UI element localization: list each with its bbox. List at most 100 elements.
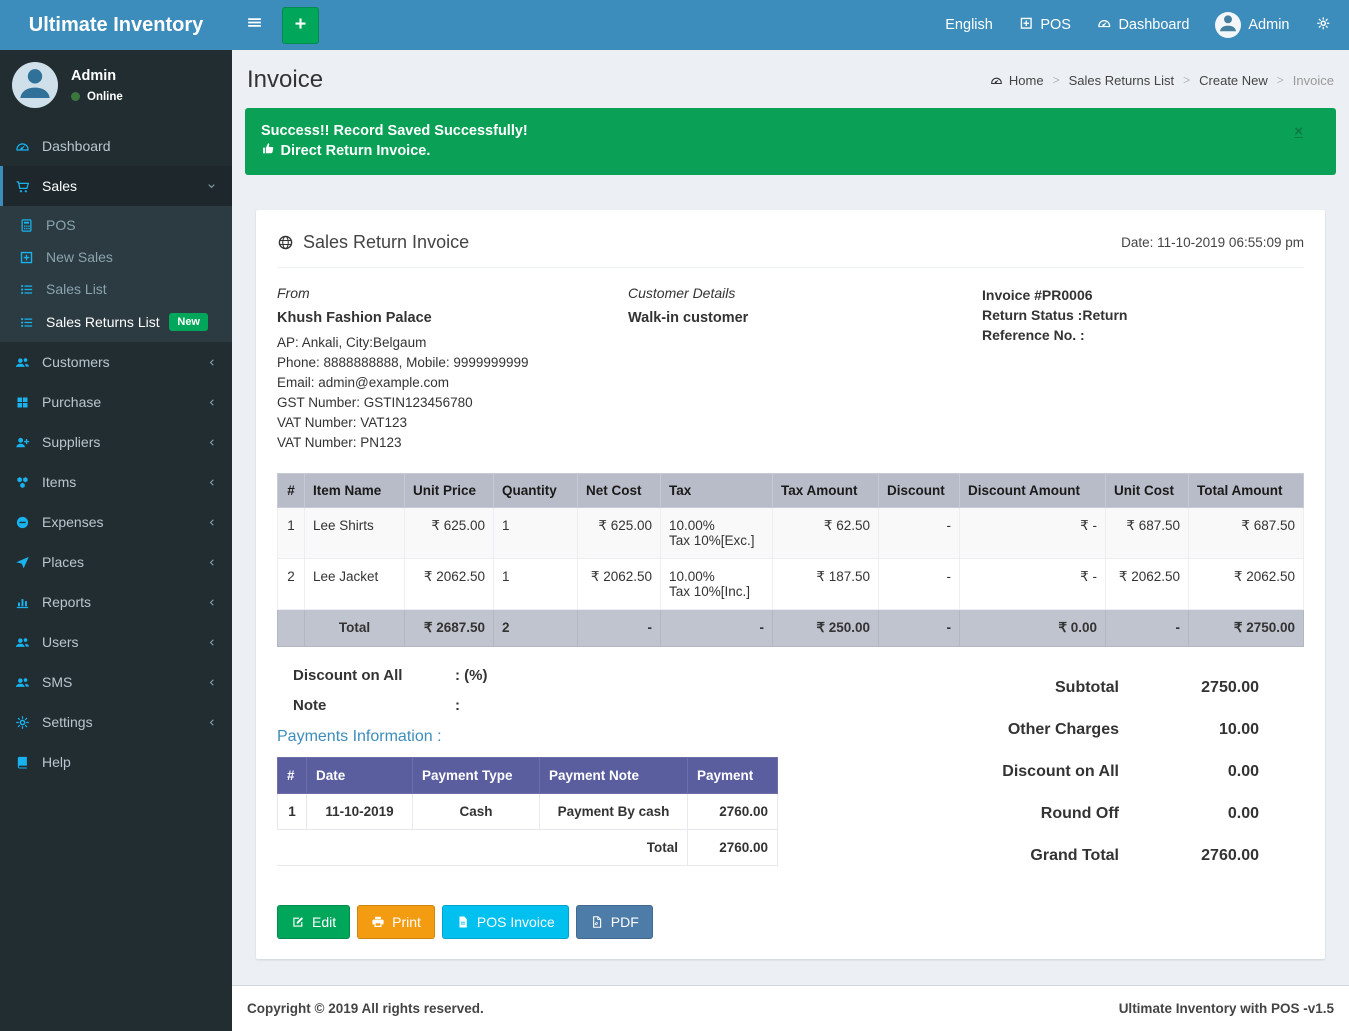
pdf-icon (590, 915, 604, 929)
column-header: Unit Price (405, 473, 494, 507)
sidebar-item-users[interactable]: Users (0, 622, 232, 662)
alert-close-button[interactable]: × (1294, 124, 1303, 139)
sidebar-item-sales-returns-list[interactable]: Sales Returns ListNew (0, 305, 232, 339)
main-content: Invoice HomeSales Returns ListCreate New… (232, 50, 1349, 1031)
sidebar-item-label: Reports (42, 594, 206, 610)
tachometer-icon (1097, 16, 1112, 35)
pdf-button[interactable]: PDF (576, 905, 653, 939)
cubes-icon (15, 475, 42, 490)
from-label: From (277, 285, 628, 301)
breadcrumb-item-sales-returns-list[interactable]: Sales Returns List (1044, 73, 1175, 88)
sidebar-item-sales-list[interactable]: Sales List (0, 273, 232, 305)
chevron-left-icon (206, 437, 217, 448)
chevron-down-icon (206, 181, 217, 192)
nav-user[interactable]: Admin (1202, 0, 1302, 50)
hamburger-icon (246, 14, 263, 36)
sidebar-item-help[interactable]: Help (0, 742, 232, 782)
items-table: #Item NameUnit PriceQuantityNet CostTaxT… (277, 473, 1304, 647)
layout: Admin Online Dashboard Sales POS New Sales S… (0, 50, 1349, 1031)
sidebar-item-expenses[interactable]: Expenses (0, 502, 232, 542)
breadcrumb-item-create-new[interactable]: Create New (1174, 73, 1268, 88)
from-line: Phone: 8888888888, Mobile: 9999999999 (277, 353, 628, 373)
column-header: Item Name (305, 473, 405, 507)
sidebar-item-settings[interactable]: Settings (0, 702, 232, 742)
sidebar-item-label: Dashboard (42, 138, 217, 154)
tachometer-icon (15, 139, 42, 154)
thumbs-up-icon (261, 141, 276, 162)
from-line: VAT Number: VAT123 (277, 413, 628, 433)
print-button[interactable]: Print (357, 905, 435, 939)
sidebar-item-new-sales[interactable]: New Sales (0, 241, 232, 273)
file-icon (456, 915, 470, 929)
sidebar-item-customers[interactable]: Customers (0, 342, 232, 382)
column-header: Quantity (494, 473, 578, 507)
page-title: Invoice (247, 66, 323, 94)
sidebar-item-label: Sales List (46, 281, 217, 297)
sidebar-item-sms[interactable]: SMS (0, 662, 232, 702)
content-header: Invoice HomeSales Returns ListCreate New… (232, 50, 1349, 108)
pos-invoice-button[interactable]: POS Invoice (442, 905, 569, 939)
sidebar-item-reports[interactable]: Reports (0, 582, 232, 622)
print-icon (371, 915, 385, 929)
users-icon (15, 355, 42, 370)
payments-total-value: 2760.00 (688, 829, 778, 865)
sidebar-menu: Dashboard Sales POS New Sales Sales List Sale… (0, 126, 232, 782)
breadcrumb-item-home[interactable]: Home (990, 73, 1044, 88)
version-text: Ultimate Inventory with POS -v1.5 (1119, 1001, 1334, 1016)
total-row-subtotal: Subtotal2750.00 (904, 679, 1259, 697)
edit-button[interactable]: Edit (277, 905, 350, 939)
invoice-title: Sales Return Invoice (277, 232, 469, 253)
sidebar-item-label: Suppliers (42, 434, 206, 450)
customer-name: Walk-in customer (628, 310, 982, 326)
person-icon (1217, 12, 1239, 38)
return-status: Return Status :Return (982, 305, 1304, 325)
sidebar-submenu: POS New Sales Sales List Sales Returns List… (0, 206, 232, 342)
column-header: Discount (879, 473, 960, 507)
sidebar-item-label: Items (42, 474, 206, 490)
sidebar-item-places[interactable]: Places (0, 542, 232, 582)
invoice-number: Invoice #PR0006 (982, 285, 1304, 305)
sidebar-item-label: POS (46, 217, 217, 233)
nav-settings[interactable] (1303, 0, 1344, 50)
quick-add-button[interactable] (282, 7, 319, 44)
from-line: AP: Ankali, City:Belgaum (277, 333, 628, 353)
nav-language[interactable]: English (932, 0, 1006, 50)
sidebar-item-suppliers[interactable]: Suppliers (0, 422, 232, 462)
paper-plane-icon (15, 555, 42, 570)
nav-dashboard[interactable]: Dashboard (1084, 0, 1202, 50)
sidebar-item-label: Expenses (42, 514, 206, 530)
payments-table-header-row: #DatePayment TypePayment NotePayment (278, 757, 778, 793)
column-header: Date (307, 757, 413, 793)
sidebar-item-sales[interactable]: Sales (0, 166, 232, 206)
app-brand[interactable]: Ultimate Inventory (0, 0, 232, 50)
invoice-info-columns: From Khush Fashion Palace AP: Ankali, Ci… (277, 268, 1304, 465)
below-table-section: Discount on All : (%) Note : Payments In… (277, 667, 1304, 889)
list-icon (19, 315, 46, 330)
sidebar-item-purchase[interactable]: Purchase (0, 382, 232, 422)
column-header: Payment Note (540, 757, 688, 793)
sidebar: Admin Online Dashboard Sales POS New Sales S… (0, 50, 232, 1031)
column-header: Net Cost (578, 473, 661, 507)
note-row: Note : (277, 697, 852, 714)
sidebar-item-label: Help (42, 754, 217, 770)
table-row: 2Lee Jacket₹ 2062.501₹ 2062.5010.00% Tax… (278, 558, 1304, 609)
sidebar-item-dashboard[interactable]: Dashboard (0, 126, 232, 166)
breadcrumb-item-invoice: Invoice (1268, 73, 1334, 88)
invoice-card-header: Sales Return Invoice Date: 11-10-2019 06… (277, 232, 1304, 268)
user-status: Online (71, 91, 123, 103)
sidebar-toggle-button[interactable] (232, 0, 276, 50)
topbar-nav: English POS Dashboard Admin (232, 0, 1349, 50)
chevron-left-icon (206, 517, 217, 528)
table-row: 1Lee Shirts₹ 625.001₹ 625.0010.00% Tax 1… (278, 507, 1304, 558)
book-icon (15, 755, 42, 770)
sidebar-item-label: Customers (42, 354, 206, 370)
sidebar-item-items[interactable]: Items (0, 462, 232, 502)
action-buttons: EditPrintPOS InvoicePDF (277, 905, 1304, 939)
cart-icon (15, 179, 42, 194)
column-header: Total Amount (1189, 473, 1304, 507)
breadcrumb: HomeSales Returns ListCreate NewInvoice (990, 73, 1334, 88)
sidebar-user-panel: Admin Online (0, 50, 232, 118)
sidebar-item-pos[interactable]: POS (0, 209, 232, 241)
nav-pos[interactable]: POS (1006, 0, 1084, 50)
from-line: Email: admin@example.com (277, 373, 628, 393)
